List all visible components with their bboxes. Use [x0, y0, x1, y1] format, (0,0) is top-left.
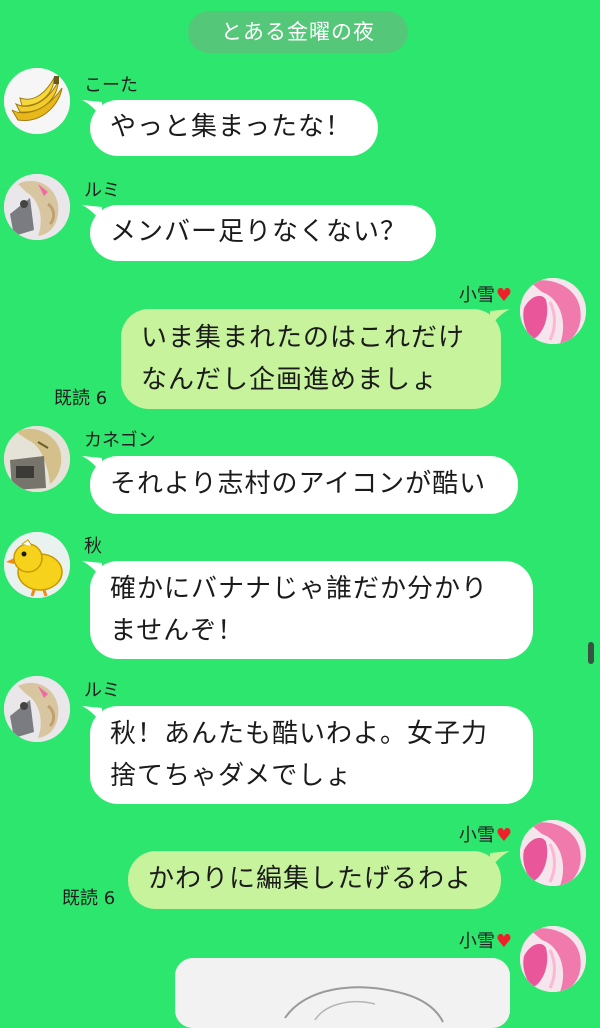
anime-girl-avatar[interactable]	[4, 174, 70, 240]
sketch-image	[175, 958, 510, 1028]
message-bubble[interactable]: やっと集まったな！	[90, 100, 378, 156]
sender-name: カネゴン	[84, 430, 156, 451]
message-bubble[interactable]: 秋！あんたも酷いわよ。女子力 捨てちゃダメでしょ	[90, 706, 533, 804]
pink-hair-icon	[520, 820, 586, 886]
sender-name-text: 小雪	[458, 285, 495, 306]
anime-girl-icon	[4, 174, 70, 240]
monster-avatar[interactable]	[4, 426, 70, 492]
image-message[interactable]	[175, 958, 510, 1028]
chat-date-label: とある金曜の夜	[188, 11, 408, 53]
pink-hair-avatar[interactable]	[520, 926, 586, 992]
message-bubble[interactable]: いま集まれたのはこれだけ なんだし企画進めましょ	[121, 309, 501, 409]
scrollbar-thumb[interactable]	[588, 642, 594, 664]
read-receipt: 既読 6	[62, 888, 116, 909]
message-bubble[interactable]: それより志村のアイコンが酷い	[90, 456, 518, 514]
sender-name: 小雪♥	[430, 286, 512, 306]
heart-icon: ♥	[495, 285, 512, 306]
heart-icon: ♥	[495, 825, 512, 846]
monster-icon	[4, 426, 70, 492]
sender-name: ルミ	[84, 180, 120, 201]
read-receipt: 既読 6	[54, 388, 108, 409]
pink-hair-icon	[520, 926, 586, 992]
message-bubble[interactable]: かわりに編集したげるわよ	[128, 851, 501, 909]
banana-avatar[interactable]	[4, 68, 70, 134]
sender-name-text: 小雪	[458, 825, 495, 846]
sender-name: 小雪♥	[430, 826, 512, 846]
sender-name: ルミ	[84, 680, 120, 701]
anime-girl-avatar[interactable]	[4, 676, 70, 742]
chick-avatar[interactable]	[4, 532, 70, 598]
heart-icon: ♥	[495, 931, 512, 952]
pink-hair-avatar[interactable]	[520, 278, 586, 344]
banana-icon	[4, 68, 70, 134]
message-bubble[interactable]: 確かにバナナじゃ誰だか分かり ませんぞ！	[90, 561, 533, 659]
message-bubble[interactable]: メンバー足りなくない？	[90, 205, 436, 261]
sender-name-text: 小雪	[458, 931, 495, 952]
sender-name: こーた	[84, 75, 138, 96]
sender-name: 小雪♥	[430, 932, 512, 952]
chick-icon	[4, 532, 70, 598]
anime-girl-icon	[4, 676, 70, 742]
pink-hair-avatar[interactable]	[520, 820, 586, 886]
sender-name: 秋	[84, 536, 102, 557]
pink-hair-icon	[520, 278, 586, 344]
